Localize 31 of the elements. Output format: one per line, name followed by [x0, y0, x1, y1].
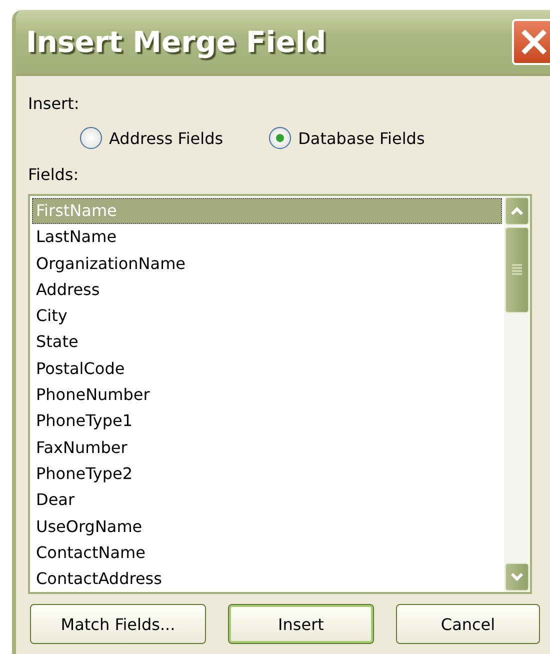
list-item[interactable]: PhoneNumber: [32, 382, 502, 408]
radio-option[interactable]: Database Fields: [269, 127, 425, 149]
list-item[interactable]: Dear: [32, 487, 502, 514]
scroll-up-button[interactable]: [505, 197, 529, 225]
window-title: Insert Merge Field: [26, 25, 326, 59]
list-item[interactable]: ContactAddress: [32, 566, 502, 592]
scrollbar[interactable]: [504, 196, 530, 592]
dialog-button[interactable]: Insert: [228, 604, 374, 644]
scroll-thumb[interactable]: [505, 227, 529, 313]
fields-label: Fields:: [28, 164, 80, 186]
dialog-button[interactable]: Match Fields...: [30, 604, 206, 644]
list-item[interactable]: ContactName: [32, 540, 502, 566]
close-button[interactable]: [512, 19, 550, 65]
scroll-down-button[interactable]: [505, 563, 529, 591]
list-item[interactable]: FaxNumber: [32, 434, 502, 461]
insert-label: Insert:: [28, 93, 80, 115]
close-icon: [520, 28, 548, 56]
grip-icon: [512, 264, 522, 276]
radio-option[interactable]: Address Fields: [80, 127, 224, 149]
list-item[interactable]: City: [32, 303, 502, 330]
radio-button[interactable]: [80, 127, 102, 149]
radio-button[interactable]: [269, 127, 292, 149]
list-item[interactable]: UseOrgName: [32, 514, 502, 540]
list-item[interactable]: State: [32, 329, 502, 356]
list-item[interactable]: PostalCode: [32, 356, 502, 382]
list-item[interactable]: Address: [32, 276, 502, 304]
list-item[interactable]: PhoneType2: [32, 460, 502, 488]
list-item[interactable]: LastName: [32, 224, 502, 251]
list-item[interactable]: PhoneType1: [32, 408, 502, 435]
list-item[interactable]: OrganizationName: [32, 250, 502, 277]
dialog-button[interactable]: Cancel: [396, 604, 540, 644]
